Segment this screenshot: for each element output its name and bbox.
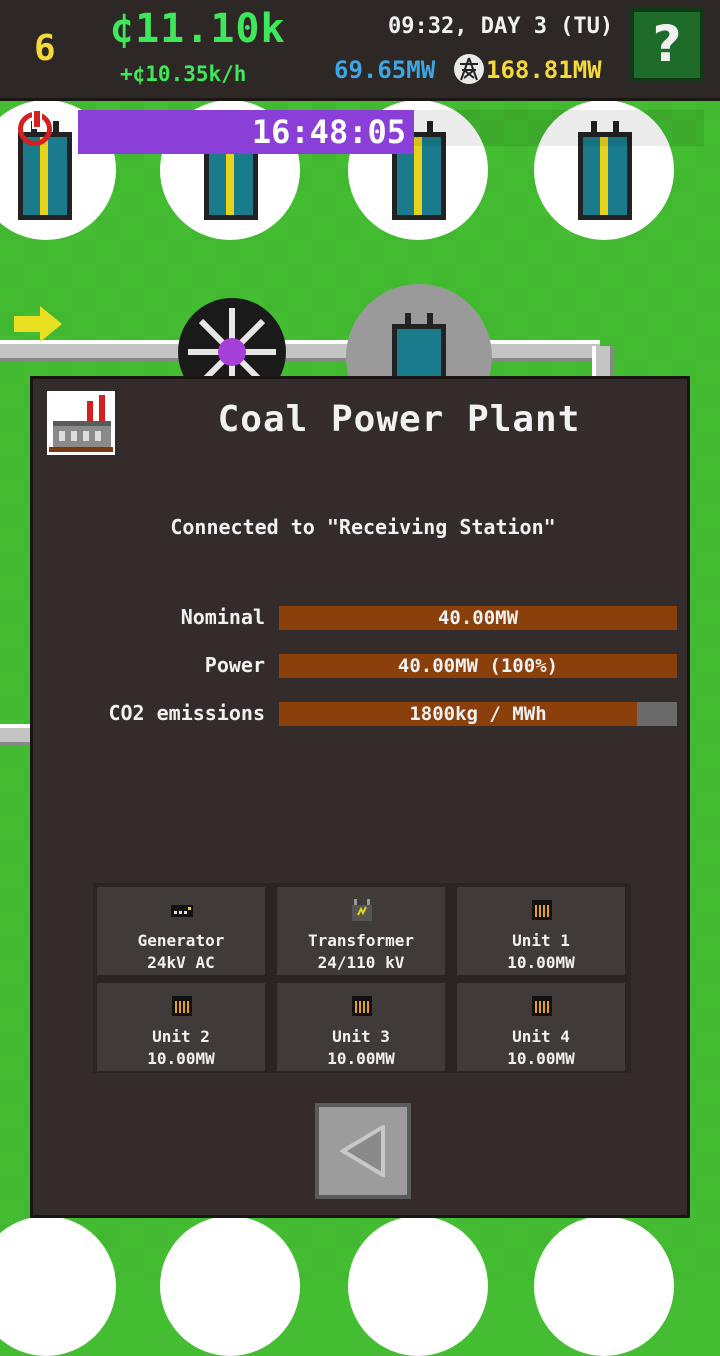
unit-icon (532, 900, 552, 920)
component-spec: 10.00MW (507, 953, 575, 972)
power-toggle-icon[interactable] (18, 109, 52, 146)
battery-icon (18, 121, 72, 220)
arrow-right-icon[interactable] (14, 304, 64, 344)
stat-bar-nominal: 40.00MW (279, 606, 677, 630)
timer-track (414, 110, 704, 146)
player-level: 6 (34, 28, 56, 69)
power-consumption: 69.65MW (334, 56, 436, 84)
battery-bubble[interactable] (534, 1216, 674, 1356)
stat-value: 40.00MW (100%) (397, 655, 559, 677)
power-line (0, 340, 600, 362)
generator-icon (171, 905, 193, 917)
stat-label-nominal: Nominal (180, 605, 265, 629)
building-info-dialog: Coal Power Plant Connected to "Receiving… (30, 376, 690, 1218)
transformer-icon (352, 899, 372, 921)
help-button[interactable]: ? (630, 8, 704, 82)
unit-icon (352, 996, 372, 1016)
component-name: Generator (137, 931, 225, 950)
component-unit-3[interactable]: Unit 3 10.00MW (277, 983, 445, 1071)
game-clock: 09:32, DAY 3 (TU) (388, 14, 614, 39)
dialog-title: Coal Power Plant (217, 399, 581, 440)
unit-icon (532, 996, 552, 1016)
component-generator[interactable]: Generator 24kV AC (97, 887, 265, 975)
battery-bubble[interactable] (348, 1216, 488, 1356)
money-balance: ¢11.10k (110, 6, 286, 52)
component-spec: 10.00MW (327, 1049, 395, 1068)
fan-hub (218, 338, 246, 366)
back-button[interactable] (315, 1103, 411, 1199)
countdown-timer: 16:48:05 (78, 110, 414, 154)
component-name: Unit 4 (512, 1027, 570, 1046)
battery-bubble[interactable] (160, 1216, 300, 1356)
stat-bar-power: 40.00MW (100%) (279, 654, 677, 678)
back-arrow-icon (339, 1125, 385, 1177)
component-transformer[interactable]: Transformer 24/110 kV (277, 887, 445, 975)
component-unit-4[interactable]: Unit 4 10.00MW (457, 983, 625, 1071)
top-hud: 6 ¢11.10k +¢10.35k/h 09:32, DAY 3 (TU) 6… (0, 0, 720, 101)
connection-status: Connected to "Receiving Station" (170, 515, 556, 539)
component-unit-1[interactable]: Unit 1 10.00MW (457, 887, 625, 975)
component-name: Unit 1 (512, 931, 570, 950)
stat-label-co2: CO2 emissions (108, 701, 265, 725)
component-name: Transformer (308, 931, 414, 950)
stat-value: 1800kg / MWh (409, 703, 547, 725)
component-spec: 10.00MW (507, 1049, 575, 1068)
pylon-icon (454, 54, 484, 84)
component-unit-2[interactable]: Unit 2 10.00MW (97, 983, 265, 1071)
component-spec: 10.00MW (147, 1049, 215, 1068)
stat-value: 40.00MW (437, 607, 519, 629)
income-rate: +¢10.35k/h (120, 62, 247, 86)
component-name: Unit 2 (152, 1027, 210, 1046)
power-production: 168.81MW (486, 56, 602, 84)
component-spec: 24/110 kV (317, 953, 405, 972)
unit-icon (172, 996, 192, 1016)
stat-label-power: Power (204, 653, 265, 677)
coal-plant-icon (47, 391, 115, 455)
component-grid: Generator 24kV AC Transformer 24/110 kV … (93, 883, 631, 1073)
component-name: Unit 3 (332, 1027, 390, 1046)
stat-bar-co2: 1800kg / MWh (279, 702, 677, 726)
component-spec: 24kV AC (147, 953, 215, 972)
